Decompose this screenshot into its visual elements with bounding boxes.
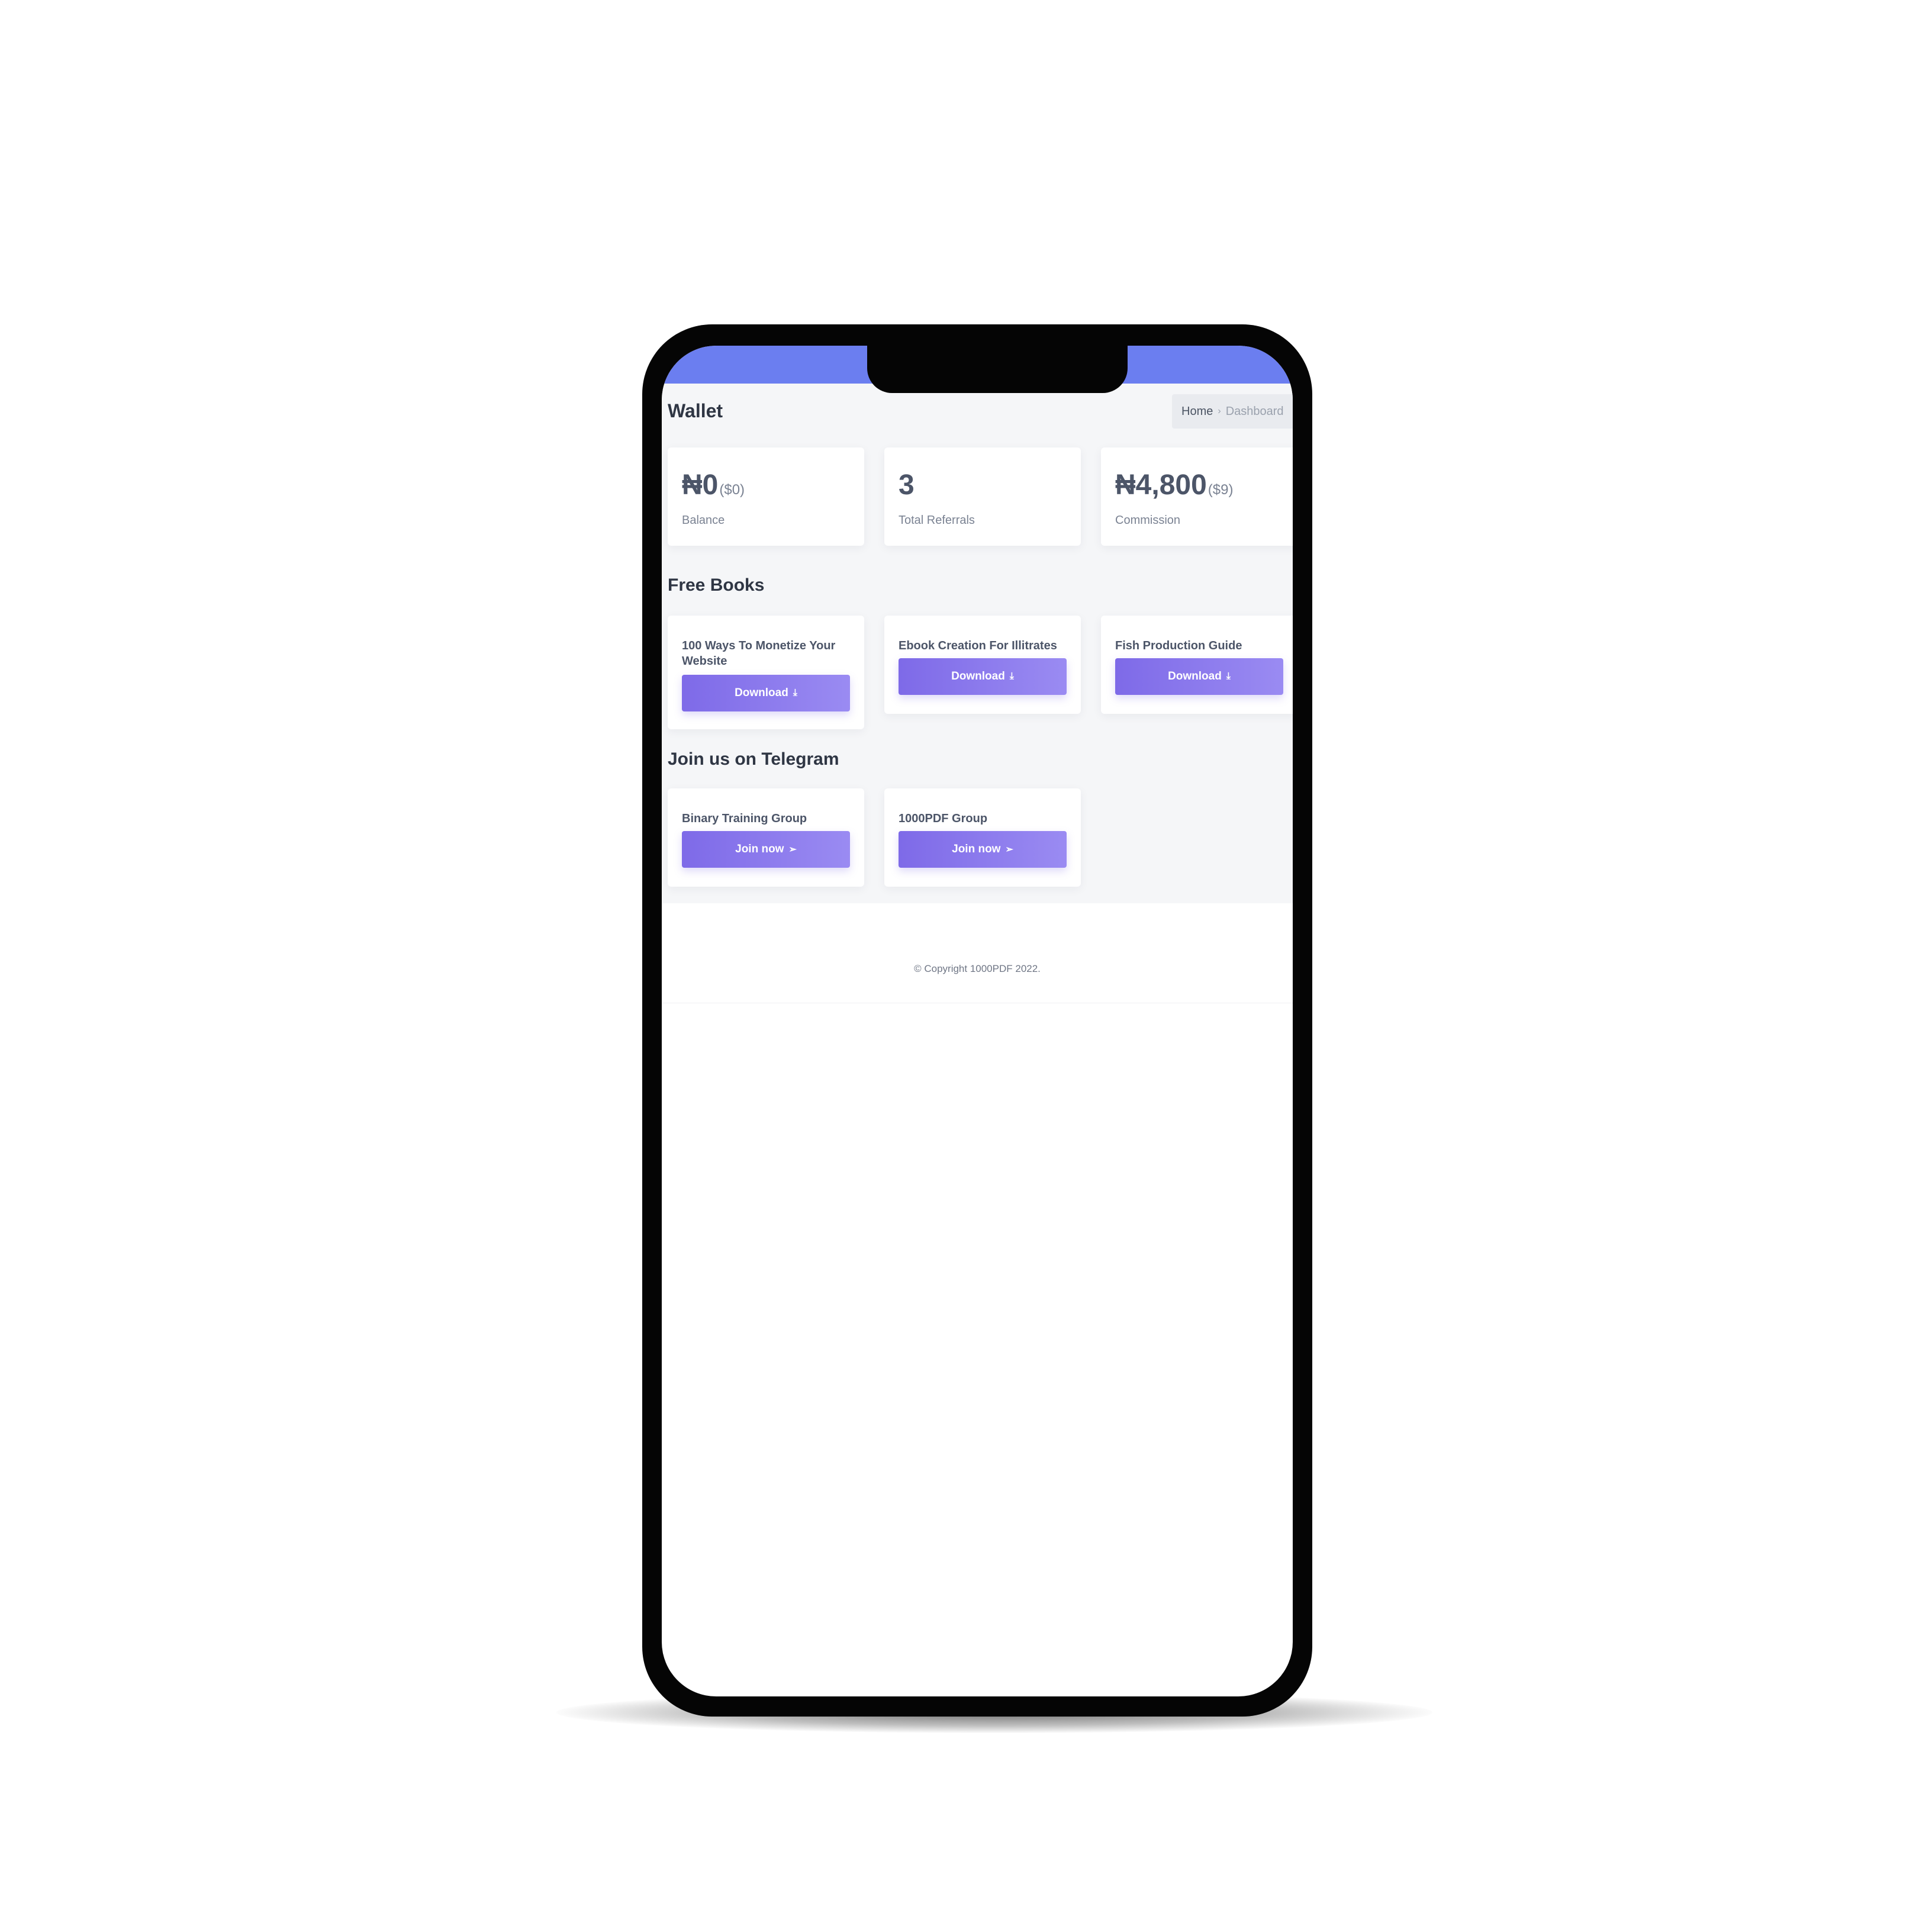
telegram-group-title: 1000PDF Group: [899, 812, 988, 825]
breadcrumb-current: Dashboard: [1225, 404, 1284, 418]
download-button[interactable]: Download ⤓: [1115, 658, 1283, 695]
breadcrumb: Home › Dashboard: [1172, 394, 1293, 429]
stat-card-total-referrals: 3 Total Referrals: [884, 447, 1081, 546]
breadcrumb-home-link[interactable]: Home: [1181, 405, 1213, 418]
book-card: Ebook Creation For Illitrates Download ⤓: [884, 616, 1081, 714]
button-label: Join now: [952, 843, 1001, 855]
button-label: Join now: [735, 843, 784, 855]
stat-value: 3: [899, 469, 916, 501]
book-title: 100 Ways To Monetize Your Website: [682, 639, 836, 668]
join-now-button[interactable]: Join now ➢: [899, 831, 1067, 868]
commission-value: ₦4,800: [1115, 469, 1207, 501]
send-icon: ➢: [788, 845, 797, 855]
book-card: Fish Production Guide Download ⤓: [1101, 616, 1293, 714]
section-title-free-books: Free Books: [668, 575, 765, 595]
photo-stage: Wallet Home › Dashboard ₦0($0) Balance 3…: [0, 0, 1932, 1932]
button-label: Download: [735, 687, 788, 699]
join-now-button[interactable]: Join now ➢: [682, 831, 850, 868]
referrals-value: 3: [899, 469, 915, 501]
stat-card-commission: ₦4,800($9) Commission: [1101, 447, 1293, 546]
download-button[interactable]: Download ⤓: [899, 658, 1067, 695]
stat-value: ₦4,800($9): [1115, 469, 1233, 501]
telegram-group-card: 1000PDF Group Join now ➢: [884, 788, 1081, 887]
footer: © Copyright 1000PDF 2022.: [662, 903, 1293, 1003]
stat-label: Balance: [682, 514, 725, 527]
chevron-right-icon: ›: [1218, 406, 1221, 416]
send-icon: ➢: [1005, 845, 1013, 855]
stat-label: Total Referrals: [899, 514, 975, 527]
phone-frame: Wallet Home › Dashboard ₦0($0) Balance 3…: [642, 324, 1312, 1717]
telegram-group-title: Binary Training Group: [682, 812, 807, 825]
download-button[interactable]: Download ⤓: [682, 675, 850, 711]
balance-value: ₦0: [682, 469, 719, 501]
book-title: Fish Production Guide: [1115, 639, 1242, 652]
book-title: Ebook Creation For Illitrates: [899, 639, 1057, 652]
download-icon: ⤓: [1226, 671, 1231, 681]
dashboard-content: Wallet Home › Dashboard ₦0($0) Balance 3…: [662, 384, 1293, 903]
balance-usd-value: ($0): [719, 482, 745, 498]
phone-notch: [867, 346, 1128, 393]
telegram-group-card: Binary Training Group Join now ➢: [668, 788, 864, 887]
section-title-telegram: Join us on Telegram: [668, 749, 839, 769]
page-title: Wallet: [668, 400, 723, 421]
phone-screen: Wallet Home › Dashboard ₦0($0) Balance 3…: [662, 346, 1293, 1696]
stat-label: Commission: [1115, 514, 1181, 527]
button-label: Download: [951, 670, 1005, 682]
stat-value: ₦0($0): [682, 469, 745, 501]
download-icon: ⤓: [1009, 671, 1014, 681]
download-icon: ⤓: [793, 688, 797, 698]
commission-usd-value: ($9): [1208, 482, 1234, 498]
book-card: 100 Ways To Monetize Your Website Downlo…: [668, 616, 864, 729]
stat-card-balance: ₦0($0) Balance: [668, 447, 864, 546]
copyright-text: © Copyright 1000PDF 2022.: [914, 963, 1041, 974]
button-label: Download: [1168, 670, 1222, 682]
